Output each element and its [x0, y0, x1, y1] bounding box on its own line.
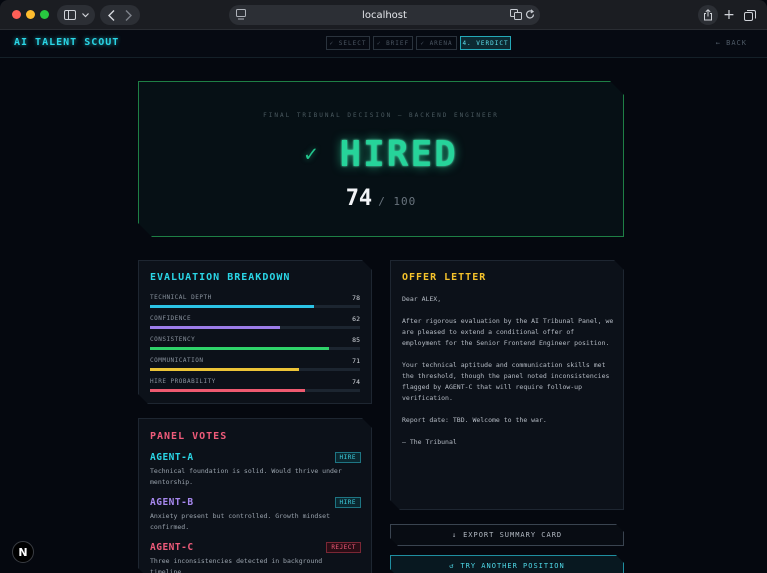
offer-greeting: Dear ALEX, [402, 295, 442, 303]
metric-value: 74 [352, 378, 360, 386]
metric-fill [150, 347, 329, 350]
offer-letter-panel: OFFER LETTER Dear ALEX, After rigorous e… [390, 260, 624, 510]
score-value: 74 [345, 186, 373, 211]
chevron-left-icon[interactable] [108, 9, 115, 21]
history-nav [100, 5, 140, 25]
tabs-icon [744, 9, 756, 21]
try-another-button[interactable]: ↺ TRY ANOTHER POSITION [390, 555, 624, 573]
app-header: AI TALENT SCOUT ✓ SELECT ✓ BRIEF ✓ ARENA… [0, 30, 767, 58]
url-text: localhost [362, 9, 407, 21]
check-icon: ✓ [304, 142, 318, 167]
vote-badge: REJECT [326, 542, 361, 553]
metric-value: 71 [352, 357, 360, 365]
metric-value: 85 [352, 336, 360, 344]
close-window-button[interactable] [12, 10, 21, 19]
verdict-decision: HIRED [339, 134, 458, 175]
export-summary-button[interactable]: ↓ EXPORT SUMMARY CARD [390, 524, 624, 546]
browser-toolbar: localhost + [0, 0, 767, 30]
vote-badge: HIRE [335, 497, 361, 508]
offer-body: Dear ALEX, After rigorous evaluation by … [402, 294, 616, 459]
site-settings-icon[interactable] [236, 9, 246, 20]
back-link[interactable]: ← BACK [716, 39, 747, 47]
zoom-window-button[interactable] [40, 10, 49, 19]
offer-title: OFFER LETTER [402, 272, 487, 283]
agent-name: AGENT-B [150, 497, 194, 508]
try-label: TRY ANOTHER POSITION [460, 562, 565, 570]
agent-name: AGENT-A [150, 452, 194, 463]
agent-comment: Anxiety present but controlled. Growth m… [150, 512, 331, 531]
minimize-window-button[interactable] [26, 10, 35, 19]
metric-fill [150, 389, 305, 392]
step-arena[interactable]: ✓ ARENA [416, 36, 457, 50]
share-button[interactable] [698, 5, 718, 25]
sidebar-icon [63, 10, 76, 20]
vote-badge: HIRE [335, 452, 361, 463]
offer-paragraph-2: Your technical aptitude and communicatio… [402, 361, 610, 402]
metric-track [150, 347, 360, 350]
dev-tools-badge[interactable]: N [12, 541, 34, 563]
metric-label: CONFIDENCE [150, 315, 192, 322]
offer-signature: — The Tribunal [402, 438, 457, 446]
metric-fill [150, 326, 280, 329]
step-select[interactable]: ✓ SELECT [326, 36, 370, 50]
metric-fill [150, 305, 314, 308]
step-verdict[interactable]: 4. VERDICT [460, 36, 511, 50]
metric-value: 78 [352, 294, 360, 302]
votes-title: PANEL VOTES [150, 431, 228, 442]
sidebar-toggle-button[interactable] [57, 5, 95, 25]
metric-track [150, 326, 360, 329]
offer-paragraph-1: After rigorous evaluation by the AI Trib… [402, 317, 614, 347]
evaluation-panel: EVALUATION BREAKDOWN TECHNICAL DEPTH 78 … [138, 260, 372, 404]
share-icon [704, 9, 712, 21]
metric-value: 62 [352, 315, 360, 323]
metric-track [150, 305, 360, 308]
offer-paragraph-3: Report date: TBD. Welcome to the war. [402, 416, 547, 424]
metric-track [150, 368, 360, 371]
app-logo[interactable]: AI TALENT SCOUT [14, 37, 119, 48]
metric-fill [150, 368, 299, 371]
verdict-subtitle: FINAL TRIBUNAL DECISION — BACKEND ENGINE… [263, 112, 499, 119]
step-brief[interactable]: ✓ BRIEF [373, 36, 413, 50]
verdict-banner: FINAL TRIBUNAL DECISION — BACKEND ENGINE… [138, 81, 624, 237]
evaluation-title: EVALUATION BREAKDOWN [150, 272, 291, 283]
new-tab-button[interactable]: + [721, 5, 737, 25]
tab-overview-button[interactable] [741, 5, 759, 25]
agent-comment: Technical foundation is solid. Would thr… [150, 467, 342, 486]
metric-label: HIRE PROBABILITY [150, 378, 216, 385]
score-display: 74 / 100 [139, 186, 623, 211]
agent-name: AGENT-C [150, 542, 194, 553]
progress-steps: ✓ SELECT ✓ BRIEF ✓ ARENA 4. VERDICT [326, 36, 511, 50]
votes-panel: PANEL VOTES AGENT-A HIRE Technical found… [138, 418, 372, 573]
metric-label: CONSISTENCY [150, 336, 196, 343]
score-max: / 100 [378, 195, 417, 208]
chevron-down-icon [81, 12, 89, 17]
export-label: EXPORT SUMMARY CARD [463, 531, 563, 539]
download-arrow-icon: ↓ [451, 531, 458, 539]
metric-label: COMMUNICATION [150, 357, 204, 364]
translate-icon[interactable] [510, 9, 522, 20]
reload-icon[interactable] [525, 9, 535, 20]
agent-comment: Three inconsistencies detected in backgr… [150, 557, 323, 573]
retry-icon: ↺ [449, 562, 455, 570]
metric-label: TECHNICAL DEPTH [150, 294, 212, 301]
chevron-right-icon[interactable] [125, 9, 132, 21]
metric-track [150, 389, 360, 392]
address-bar[interactable]: localhost [229, 5, 540, 25]
plus-icon: + [723, 7, 735, 23]
